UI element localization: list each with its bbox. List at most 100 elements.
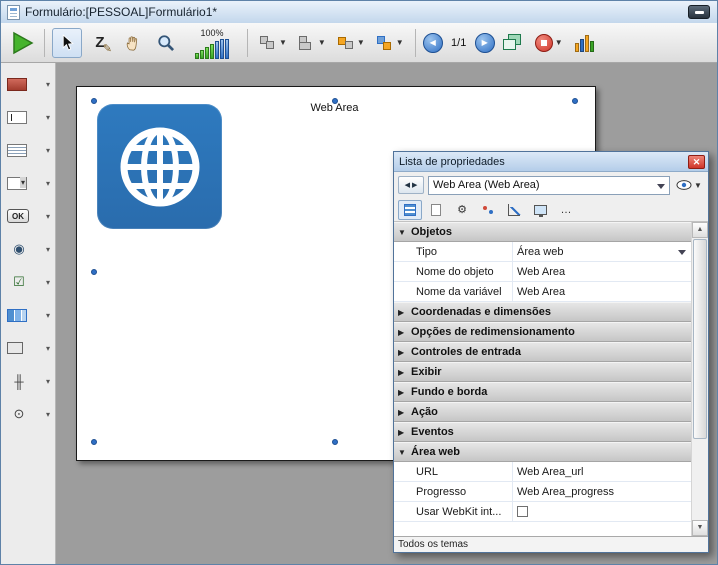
- visibility-button[interactable]: ▼: [674, 176, 704, 194]
- tab-control-tool[interactable]: ▾: [7, 302, 51, 328]
- dropdown-arrow-icon[interactable]: ▼: [396, 38, 404, 47]
- tool-dropdown-arrow-icon[interactable]: ▾: [46, 278, 51, 287]
- dropdown-arrow-icon[interactable]: ▼: [694, 181, 702, 190]
- list-editor-button[interactable]: [570, 28, 600, 58]
- property-row[interactable]: Nome do objetoWeb Area: [394, 262, 691, 282]
- settings-tab[interactable]: ⚙: [450, 200, 474, 220]
- button-tool[interactable]: OK▾: [7, 203, 51, 229]
- selection-handle[interactable]: [332, 439, 338, 445]
- magnifier-tool-button[interactable]: [151, 28, 181, 58]
- distribute-objects-button[interactable]: ▼: [294, 28, 330, 58]
- property-section-header[interactable]: ▼Objetos: [394, 222, 691, 242]
- previous-page-button[interactable]: ◀: [423, 33, 443, 53]
- dropdown-arrow-icon[interactable]: ▼: [357, 38, 365, 47]
- form-tab[interactable]: [424, 200, 448, 220]
- property-section-header[interactable]: ▶Ação: [394, 402, 691, 422]
- triangle-expanded-icon[interactable]: ▼: [398, 228, 407, 237]
- splitter-tool[interactable]: ╫▾: [7, 368, 51, 394]
- pointer-tool-button[interactable]: [52, 28, 82, 58]
- close-button[interactable]: ✕: [688, 155, 705, 169]
- more-tab[interactable]: …: [554, 200, 578, 220]
- align-objects-button[interactable]: ▼: [255, 28, 291, 58]
- property-section-header[interactable]: ▶Coordenadas e dimensões: [394, 302, 691, 322]
- next-page-button[interactable]: ▶: [475, 33, 495, 53]
- property-value[interactable]: Web Area: [512, 262, 691, 281]
- property-section-header[interactable]: ▶Fundo e borda: [394, 382, 691, 402]
- data-tab[interactable]: [476, 200, 500, 220]
- checkbox-tool[interactable]: ☑▾: [7, 269, 51, 295]
- form-pages-button[interactable]: [498, 28, 528, 58]
- property-section-header[interactable]: ▶Controles de entrada: [394, 342, 691, 362]
- triangle-expanded-icon[interactable]: ▼: [398, 448, 407, 457]
- property-value[interactable]: Área web: [512, 242, 691, 261]
- input-field-tool[interactable]: ▾: [7, 104, 51, 130]
- tool-dropdown-arrow-icon[interactable]: ▾: [46, 146, 51, 155]
- selection-handle[interactable]: [572, 98, 578, 104]
- tool-dropdown-arrow-icon[interactable]: ▾: [46, 377, 51, 386]
- triangle-collapsed-icon[interactable]: ▶: [398, 408, 407, 417]
- object-nav-buttons[interactable]: ◀▶: [398, 176, 424, 194]
- plugin-area-tool[interactable]: ⊙▾: [7, 401, 51, 427]
- minimize-button[interactable]: [688, 5, 710, 19]
- property-list-titlebar[interactable]: Lista de propriedades ✕: [394, 152, 708, 172]
- combo-box-tool[interactable]: ▾: [7, 170, 51, 196]
- tool-dropdown-arrow-icon[interactable]: ▾: [46, 212, 51, 221]
- tool-dropdown-arrow-icon[interactable]: ▾: [46, 311, 51, 320]
- prev-object-icon[interactable]: ◀: [405, 181, 410, 189]
- property-section-header[interactable]: ▶Eventos: [394, 422, 691, 442]
- property-value[interactable]: Web Area: [512, 282, 691, 301]
- hand-tool-button[interactable]: [118, 28, 148, 58]
- tool-dropdown-arrow-icon[interactable]: ▾: [46, 245, 51, 254]
- triangle-collapsed-icon[interactable]: ▶: [398, 328, 407, 337]
- tool-dropdown-arrow-icon[interactable]: ▾: [46, 80, 51, 89]
- triangle-collapsed-icon[interactable]: ▶: [398, 368, 407, 377]
- display-tab[interactable]: [528, 200, 552, 220]
- property-value[interactable]: Web Area_url: [512, 462, 691, 481]
- property-value[interactable]: [512, 502, 691, 521]
- tool-dropdown-arrow-icon[interactable]: ▾: [46, 410, 51, 419]
- objects-tab[interactable]: [398, 200, 422, 220]
- selection-handle[interactable]: [91, 98, 97, 104]
- window-titlebar[interactable]: Formulário:[PESSOAL]Formulário1*: [1, 1, 717, 23]
- scrollbar-thumb[interactable]: [693, 239, 707, 439]
- tool-dropdown-arrow-icon[interactable]: ▾: [46, 179, 51, 188]
- level-objects-button[interactable]: ▼: [333, 28, 369, 58]
- zoom-bars-icon[interactable]: [195, 39, 229, 59]
- selection-handle[interactable]: [332, 98, 338, 104]
- object-selector-combobox[interactable]: Web Area (Web Area): [428, 176, 670, 195]
- triangle-collapsed-icon[interactable]: ▶: [398, 388, 407, 397]
- listbox-tool[interactable]: ▾: [7, 137, 51, 163]
- property-row[interactable]: TipoÁrea web: [394, 242, 691, 262]
- field-tool[interactable]: ▾: [7, 71, 51, 97]
- property-section-header[interactable]: ▶Exibir: [394, 362, 691, 382]
- chevron-down-icon[interactable]: [678, 250, 686, 255]
- triangle-collapsed-icon[interactable]: ▶: [398, 348, 407, 357]
- dropdown-arrow-icon[interactable]: ▼: [318, 38, 326, 47]
- property-value[interactable]: Web Area_progress: [512, 482, 691, 501]
- zoom-widget[interactable]: 100%: [184, 27, 240, 59]
- shields-button[interactable]: ▼: [531, 28, 567, 58]
- property-checkbox[interactable]: [517, 506, 528, 517]
- property-list-window[interactable]: Lista de propriedades ✕ ◀▶ Web Area (Web…: [393, 151, 709, 553]
- tool-dropdown-arrow-icon[interactable]: ▾: [46, 344, 51, 353]
- property-section-header[interactable]: ▶Opções de redimensionamento: [394, 322, 691, 342]
- selection-handle[interactable]: [91, 439, 97, 445]
- property-row[interactable]: URLWeb Area_url: [394, 462, 691, 482]
- property-scrollbar[interactable]: ▲ ▼: [691, 222, 708, 536]
- scroll-up-icon[interactable]: ▲: [692, 222, 708, 238]
- scroll-down-icon[interactable]: ▼: [692, 520, 708, 536]
- zorder-tool-button[interactable]: Z ✎: [85, 28, 115, 58]
- color-objects-button[interactable]: ▼: [372, 28, 408, 58]
- chart-tab[interactable]: [502, 200, 526, 220]
- rectangle-tool[interactable]: ▾: [7, 335, 51, 361]
- property-row[interactable]: Nome da variávelWeb Area: [394, 282, 691, 302]
- radio-button-tool[interactable]: ◉▾: [7, 236, 51, 262]
- property-section-header[interactable]: ▼Área web: [394, 442, 691, 462]
- property-row[interactable]: Usar WebKit int...: [394, 502, 691, 522]
- selection-handle[interactable]: [91, 269, 97, 275]
- dropdown-arrow-icon[interactable]: ▼: [555, 38, 563, 47]
- tool-dropdown-arrow-icon[interactable]: ▾: [46, 113, 51, 122]
- next-object-icon[interactable]: ▶: [412, 181, 417, 189]
- dropdown-arrow-icon[interactable]: ▼: [279, 38, 287, 47]
- property-row[interactable]: ProgressoWeb Area_progress: [394, 482, 691, 502]
